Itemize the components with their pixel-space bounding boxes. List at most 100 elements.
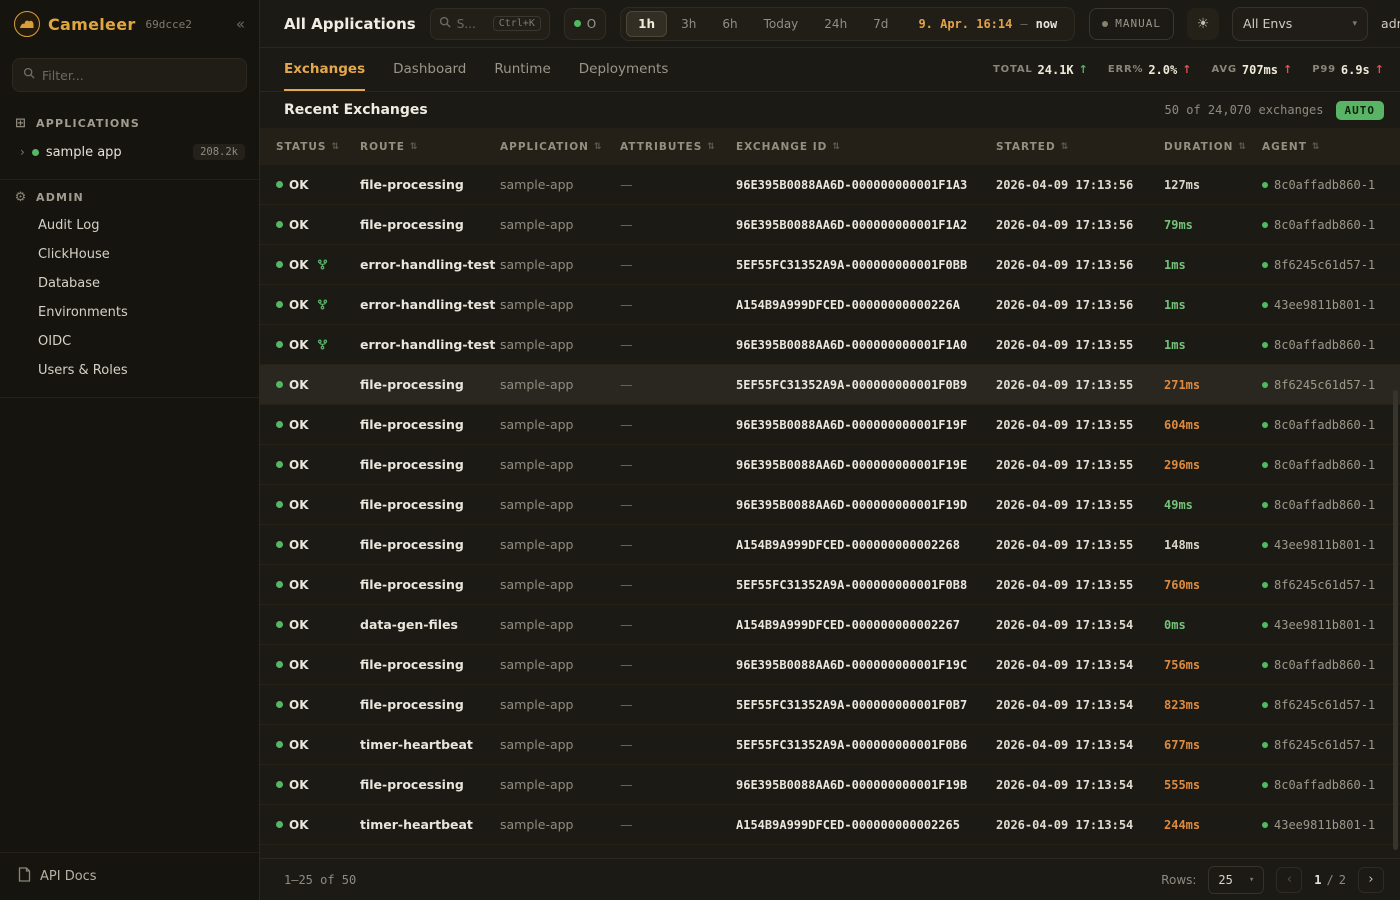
sidebar-item-audit-log[interactable]: Audit Log — [14, 211, 245, 240]
next-page-button[interactable]: › — [1358, 867, 1384, 893]
table-row[interactable]: OK file-processing sample-app — 96E395B0… — [260, 165, 1400, 205]
manual-refresh-button[interactable]: MANUAL — [1089, 8, 1174, 40]
rows-per-page-value: 25 — [1218, 873, 1232, 887]
theme-toggle-button[interactable]: ☀ — [1187, 8, 1219, 40]
table-row[interactable]: OK file-processing sample-app — 96E395B0… — [260, 205, 1400, 245]
date-range-display[interactable]: 9. Apr. 16:14 — now — [918, 17, 1057, 31]
scrollbar[interactable] — [1393, 390, 1398, 850]
agent-id: 8f6245c61d57-1 — [1274, 738, 1375, 752]
sidebar-item-oidc[interactable]: OIDC — [14, 327, 245, 356]
application-label: sample-app — [500, 337, 620, 352]
column-header-agent[interactable]: AGENT⇅ — [1262, 141, 1384, 153]
sidebar: Cameleer 69dcce2 « ⊞ APPLICATIONS › samp… — [0, 0, 260, 900]
collapse-sidebar-icon[interactable]: « — [236, 15, 245, 33]
status-label: OK — [289, 458, 309, 472]
prev-page-button[interactable]: ‹ — [1276, 867, 1302, 893]
status-ok-dot — [276, 181, 283, 188]
column-header-status[interactable]: STATUS⇅ — [276, 141, 360, 153]
application-label: sample-app — [500, 537, 620, 552]
chevron-down-icon: ▾ — [1353, 19, 1358, 29]
agent-id: 43ee9811b801-1 — [1274, 298, 1375, 312]
table-row[interactable]: OK file-processing sample-app — 96E395B0… — [260, 445, 1400, 485]
time-range-6h[interactable]: 6h — [710, 11, 749, 37]
chevron-down-icon: ▾ — [1249, 875, 1254, 885]
route-label: file-processing — [360, 697, 500, 712]
column-header-duration[interactable]: DURATION⇅ — [1164, 141, 1262, 153]
online-indicator[interactable]: O — [564, 8, 606, 40]
tab-deployments[interactable]: Deployments — [579, 48, 669, 91]
table-row[interactable]: OK file-processing sample-app — 5EF55FC3… — [260, 365, 1400, 405]
table-row[interactable]: OK error-handling-test sample-app — A154… — [260, 285, 1400, 325]
summary-stats: TOTAL 24.1K ↑ ERR% 2.0% ↑ AVG 707ms ↑ P9… — [993, 63, 1384, 77]
sidebar-item-sample-app[interactable]: › sample app 208.2k — [14, 137, 245, 167]
route-label: file-processing — [360, 657, 500, 672]
rows-per-page-select[interactable]: 25 ▾ — [1208, 866, 1264, 894]
agent-id: 43ee9811b801-1 — [1274, 618, 1375, 632]
table-row[interactable]: OK file-processing sample-app — 5EF55FC3… — [260, 685, 1400, 725]
exchange-id: A154B9A999DFCED-000000000002267 — [736, 618, 996, 632]
tab-dashboard[interactable]: Dashboard — [393, 48, 466, 91]
pagination-controls: Rows: 25 ▾ ‹ 1 / 2 › — [1161, 866, 1384, 894]
sort-icon: ⇅ — [594, 142, 603, 152]
sidebar-item-users-roles[interactable]: Users & Roles — [14, 356, 245, 385]
table-row[interactable]: OK error-handling-test sample-app — 96E3… — [260, 325, 1400, 365]
time-range-today[interactable]: Today — [752, 11, 811, 37]
application-label: sample-app — [500, 497, 620, 512]
chevron-right-icon[interactable]: › — [20, 145, 25, 159]
status-cell: OK — [276, 418, 360, 432]
status-cell: OK — [276, 658, 360, 672]
table-row[interactable]: OK data-gen-files sample-app — A154B9A99… — [260, 605, 1400, 645]
column-header-route[interactable]: ROUTE⇅ — [360, 141, 500, 153]
sidebar-item-database[interactable]: Database — [14, 269, 245, 298]
status-label: OK — [289, 258, 309, 272]
filter-input[interactable] — [42, 68, 236, 83]
sort-icon: ⇅ — [1061, 142, 1070, 152]
agent-cell: 8f6245c61d57-1 — [1262, 698, 1384, 712]
search-input[interactable] — [457, 17, 487, 31]
agent-id: 8c0affadb860-1 — [1274, 458, 1375, 472]
table-row[interactable]: OK file-processing sample-app — 96E395B0… — [260, 645, 1400, 685]
started-timestamp: 2026-04-09 17:13:56 — [996, 258, 1164, 272]
table-row[interactable]: OK timer-heartbeat sample-app — A154B9A9… — [260, 805, 1400, 845]
agent-id: 8c0affadb860-1 — [1274, 418, 1375, 432]
admin-section-header: ⚙ ADMIN — [14, 182, 245, 211]
tab-runtime[interactable]: Runtime — [494, 48, 550, 91]
duration-value: 127ms — [1164, 178, 1262, 192]
time-range-3h[interactable]: 3h — [669, 11, 708, 37]
agent-status-dot — [1262, 782, 1268, 788]
sidebar-item-clickhouse[interactable]: ClickHouse — [14, 240, 245, 269]
table-row[interactable]: OK file-processing sample-app — 96E395B0… — [260, 765, 1400, 805]
time-range-1h[interactable]: 1h — [626, 11, 667, 37]
time-range-7d[interactable]: 7d — [861, 11, 900, 37]
main-content: All Applications Ctrl+K O 1h 3h 6h Today… — [260, 0, 1400, 900]
table-row[interactable]: OK file-processing sample-app — 96E395B0… — [260, 405, 1400, 445]
column-header-application[interactable]: APPLICATION⇅ — [500, 141, 620, 153]
tab-exchanges[interactable]: Exchanges — [284, 48, 365, 91]
application-label: sample-app — [500, 737, 620, 752]
column-header-started[interactable]: STARTED⇅ — [996, 141, 1164, 153]
stat-label: P99 — [1312, 64, 1336, 75]
started-timestamp: 2026-04-09 17:13:54 — [996, 658, 1164, 672]
environments-dropdown[interactable]: All Envs ▾ — [1232, 7, 1368, 41]
status-cell: OK — [276, 178, 360, 192]
stat-label: AVG — [1211, 64, 1236, 75]
table-row[interactable]: OK file-processing sample-app — 96E395B0… — [260, 485, 1400, 525]
status-ok-dot — [276, 501, 283, 508]
agent-id: 8c0affadb860-1 — [1274, 218, 1375, 232]
table-row[interactable]: OK error-handling-test sample-app — 5EF5… — [260, 245, 1400, 285]
auto-refresh-badge[interactable]: AUTO — [1336, 101, 1385, 120]
table-row[interactable]: OK file-processing sample-app — A154B9A9… — [260, 525, 1400, 565]
table-row[interactable]: OK file-processing sample-app — 5EF55FC3… — [260, 565, 1400, 605]
api-docs-link[interactable]: API Docs — [0, 852, 259, 900]
route-label: file-processing — [360, 577, 500, 592]
time-range-24h[interactable]: 24h — [812, 11, 859, 37]
filter-box[interactable] — [12, 58, 247, 92]
page-separator: / — [1327, 873, 1334, 887]
column-header-attributes[interactable]: ATTRIBUTES⇅ — [620, 141, 736, 153]
sidebar-item-environments[interactable]: Environments — [14, 298, 245, 327]
column-header-exchange-id[interactable]: EXCHANGE ID⇅ — [736, 141, 996, 153]
started-timestamp: 2026-04-09 17:13:55 — [996, 538, 1164, 552]
global-search[interactable]: Ctrl+K — [430, 8, 550, 40]
application-label: sample-app — [500, 617, 620, 632]
table-row[interactable]: OK timer-heartbeat sample-app — 5EF55FC3… — [260, 725, 1400, 765]
